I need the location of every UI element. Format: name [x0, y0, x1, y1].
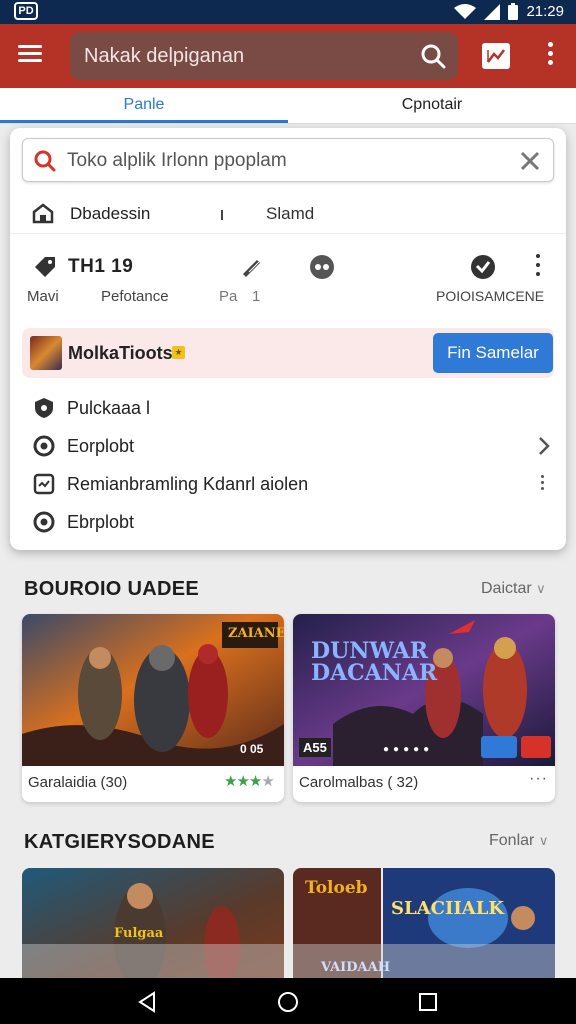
promo-button[interactable]: Fin Samelar: [433, 333, 553, 373]
game-image-title: ZAIANES: [228, 626, 284, 641]
badge-check-icon[interactable]: [470, 254, 496, 280]
promo-thumbnail: [30, 336, 62, 370]
game-image-title: Fulgaa: [114, 926, 164, 941]
target-icon: [33, 435, 55, 457]
carousel-dots: ●●●●●: [383, 744, 434, 755]
quick-label-5: POIOISAMCENE: [436, 288, 545, 304]
game-caption: Garalaidia (30): [28, 774, 128, 791]
dropdown-search-text: Toko alplik Irlonn ppoplam: [67, 150, 287, 171]
section-title: KATGIERYSODANE: [24, 831, 215, 853]
star-rating: ★★★★: [224, 773, 275, 790]
promo-banner: MolkaTioots ★ Fin Samelar: [22, 328, 554, 378]
chevron-right-icon: [539, 437, 550, 455]
clock: 21:29: [526, 3, 564, 20]
menu-item-label: Remianbramling Kdanrl aiolen: [67, 474, 309, 494]
tab-cpnotair[interactable]: Cpnotair: [288, 88, 576, 124]
chevron-down-icon: ∨: [538, 833, 549, 848]
shield-icon: [35, 398, 53, 418]
pen-icon[interactable]: [239, 254, 265, 280]
bookmark-icon[interactable]: [521, 736, 551, 758]
section-link-label: Fonlar: [489, 832, 535, 849]
game-image-title: DUNWAR DACANAR: [311, 638, 438, 686]
chevron-down-icon: ∨: [536, 581, 546, 596]
chart-icon[interactable]: [482, 43, 510, 69]
menu-item-label: Ebrplobt: [67, 512, 135, 532]
more-vert-icon[interactable]: [534, 254, 542, 280]
star-badge-icon: ★: [172, 346, 185, 359]
quick-label-1: Mavi: [27, 288, 59, 305]
section-see-all[interactable]: Daictar ∨: [481, 580, 546, 598]
game-image-3: [22, 868, 284, 982]
gamepad-icon[interactable]: [309, 254, 335, 280]
battery-icon: [508, 3, 519, 20]
divider: [221, 210, 223, 220]
close-icon[interactable]: [519, 150, 541, 172]
dropdown-row-dashboard[interactable]: Dbadessin Slamd: [10, 190, 566, 234]
menu-item-label: Eorplobt: [67, 436, 135, 456]
row-label-right: Slamd: [266, 204, 315, 223]
tab-indicator: [0, 120, 288, 123]
section-title: BOUROIO UADEE: [24, 578, 200, 600]
tag-icon[interactable]: [32, 254, 58, 280]
game-image-2: DUNWAR DACANAR A55 ●●●●●: [293, 614, 555, 766]
tab-panle[interactable]: Panle: [0, 88, 288, 124]
home-icon: [32, 203, 54, 224]
tab-bar: Panle Cpnotair: [0, 88, 576, 124]
menu-item-4[interactable]: Ebrplobt: [10, 504, 566, 540]
signal-icon: [484, 3, 501, 20]
game-card-2[interactable]: DUNWAR DACANAR A55 ●●●●● Carolmalbas ( 3…: [293, 614, 555, 802]
more-icon[interactable]: [540, 42, 560, 70]
game-badge: A55: [299, 738, 331, 757]
search-icon[interactable]: [420, 43, 446, 69]
share-icon[interactable]: [481, 736, 517, 758]
search-icon: [34, 150, 56, 172]
search-input[interactable]: Nakak delpiganan: [70, 32, 458, 80]
system-nav-bar: [0, 978, 576, 1024]
quick-label-2: Pefotance: [101, 288, 169, 305]
game-card-1[interactable]: ZAIANES 0 05 Garalaidia (30) ★★★★: [22, 614, 284, 802]
game-image-title-3: VAIDAAH: [321, 960, 390, 975]
quick-actions-row: TH1 19 Mavi Pefotance Pa 1 POIOISAMCENE: [10, 246, 566, 316]
media-counter: 0 05: [240, 742, 264, 756]
back-icon[interactable]: [136, 990, 160, 1014]
status-bar: PD 21:29: [0, 0, 576, 24]
tray-icon: [33, 473, 55, 495]
row-label-left: Dbadessin: [70, 204, 151, 223]
menu-item-3[interactable]: Remianbramling Kdanrl aiolen: [10, 466, 566, 502]
search-input-text: Nakak delpiganan: [84, 45, 245, 67]
game-card-4[interactable]: Toloeb SLACIIALK VAIDAAH: [293, 868, 555, 982]
menu-item-label: Pulckaaa l: [67, 398, 151, 418]
section-link-label: Daictar: [481, 580, 532, 597]
menu-item-2[interactable]: Eorplobt: [10, 428, 566, 464]
game-image-title-2: SLACIIALK: [391, 898, 505, 919]
game-image-title: Toloeb: [305, 878, 368, 898]
quick-actions-title: TH1 19: [68, 256, 134, 277]
more-horiz-icon[interactable]: ···: [529, 770, 548, 788]
target-icon: [33, 511, 55, 533]
more-vert-icon[interactable]: [538, 474, 546, 494]
menu-icon[interactable]: [16, 42, 44, 70]
promo-title: MolkaTioots: [68, 343, 173, 363]
dropdown-search-field[interactable]: Toko alplik Irlonn ppoplam: [22, 138, 554, 182]
quick-label-3: Pa: [219, 288, 238, 305]
wifi-icon: [454, 3, 477, 19]
game-image-1: ZAIANES 0 05: [22, 614, 284, 766]
home-button-icon[interactable]: [276, 990, 300, 1014]
app-bar: Nakak delpiganan: [0, 24, 576, 88]
search-dropdown-card: Toko alplik Irlonn ppoplam Dbadessin Sla…: [10, 128, 566, 550]
pd-icon: PD: [14, 2, 38, 20]
status-icons: 21:29: [454, 3, 564, 20]
game-card-3[interactable]: Fulgaa: [22, 868, 284, 982]
section-see-all[interactable]: Fonlar ∨: [489, 832, 548, 850]
quick-label-4: 1: [252, 288, 261, 305]
menu-item-1[interactable]: Pulckaaa l: [10, 390, 566, 426]
game-caption: Carolmalbas ( 32): [299, 774, 419, 791]
recents-icon[interactable]: [416, 990, 440, 1014]
